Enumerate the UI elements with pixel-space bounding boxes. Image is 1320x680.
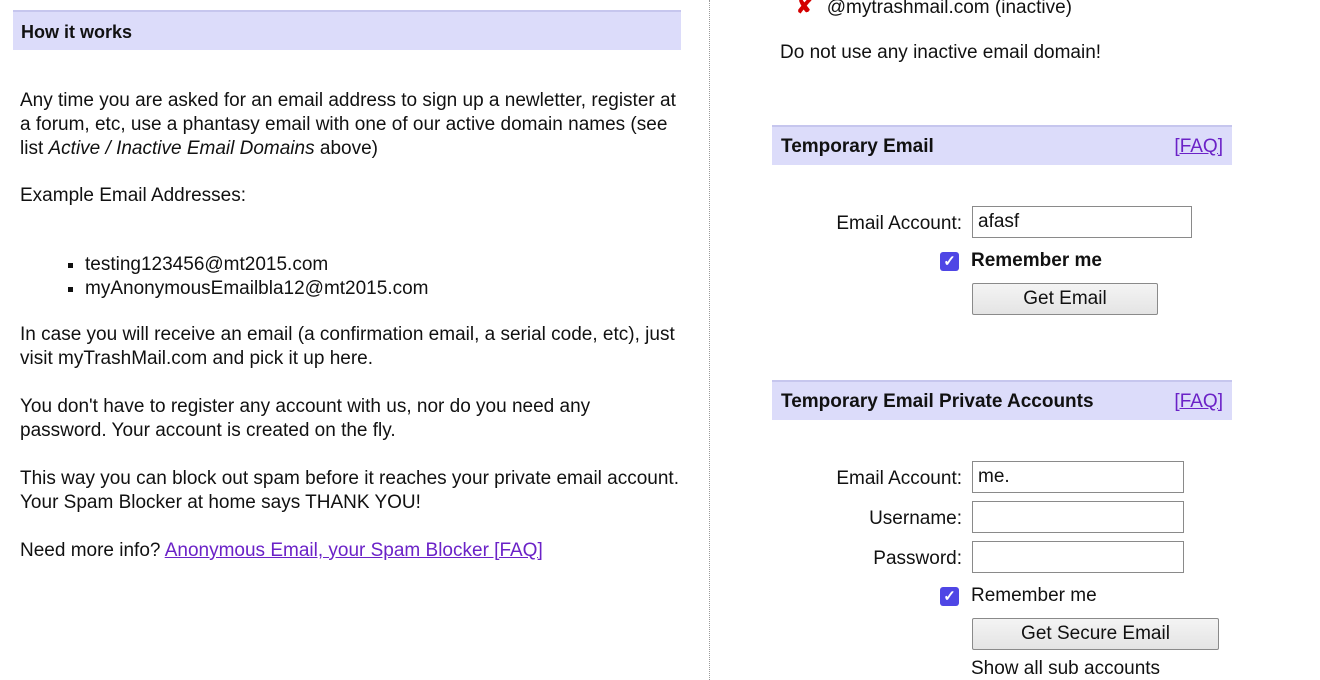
inactive-domain-row: ✘ @mytrashmail.com (inactive) xyxy=(796,0,1072,19)
spam-paragraph: This way you can block out spam before i… xyxy=(20,468,679,513)
list-item: testing123456@mt2015.com xyxy=(85,253,429,277)
faq-link[interactable]: Anonymous Email, your Spam Blocker [FAQ] xyxy=(165,540,543,561)
temporary-email-header: Temporary Email [FAQ] xyxy=(772,125,1232,165)
username-input[interactable] xyxy=(972,501,1184,533)
remember-me-label: Remember me xyxy=(971,250,1102,271)
inactive-domain: @mytrashmail.com (inactive) xyxy=(826,0,1072,18)
receive-paragraph: In case you will receive an email (a con… xyxy=(20,324,675,369)
private-remember-me-label: Remember me xyxy=(971,585,1097,606)
username-label: Username: xyxy=(869,508,962,529)
how-it-works-panel: How it works Any time you are asked for … xyxy=(13,0,681,561)
private-accounts-title: Temporary Email Private Accounts xyxy=(781,391,1094,412)
temporary-email-faq-link[interactable]: [FAQ] xyxy=(1174,136,1223,157)
intro-paragraph: Any time you are asked for an email addr… xyxy=(20,89,681,161)
private-email-account-row: Email Account: xyxy=(772,461,1232,495)
inactive-warning: Do not use any inactive email domain! xyxy=(780,42,1102,63)
remember-me-checkbox[interactable]: ✓ xyxy=(940,252,959,271)
how-it-works-header: How it works xyxy=(13,10,681,50)
username-row: Username: xyxy=(772,501,1232,535)
private-accounts-faq-link[interactable]: [FAQ] xyxy=(1174,391,1223,412)
get-email-button[interactable]: Get Email xyxy=(972,283,1158,315)
private-remember-me-checkbox[interactable]: ✓ xyxy=(940,587,959,606)
example-heading: Example Email Addresses: xyxy=(20,185,246,206)
no-register-paragraph: You don't have to register any account w… xyxy=(20,396,591,441)
email-account-label: Email Account: xyxy=(836,213,962,234)
password-label: Password: xyxy=(873,548,962,569)
password-input[interactable] xyxy=(972,541,1184,573)
column-divider xyxy=(709,0,710,680)
private-email-account-label: Email Account: xyxy=(836,468,962,489)
email-account-input[interactable] xyxy=(972,206,1192,238)
right-column: ✘ @mytrashmail.com (inactive) Do not use … xyxy=(772,0,1232,680)
inactive-x-icon: ✘ xyxy=(796,0,813,18)
intro-text-end: above) xyxy=(314,138,378,159)
more-info-paragraph: Need more info? Anonymous Email, your Sp… xyxy=(20,539,543,563)
private-accounts-box: Temporary Email Private Accounts [FAQ] E… xyxy=(772,380,1232,679)
email-account-row: Email Account: xyxy=(772,206,1232,240)
get-secure-email-button[interactable]: Get Secure Email xyxy=(972,618,1219,650)
list-item: myAnonymousEmailbla12@mt2015.com xyxy=(85,277,429,301)
example-email-list: testing123456@mt2015.com myAnonymousEmai… xyxy=(13,253,429,301)
password-row: Password: xyxy=(772,541,1232,575)
temporary-email-title: Temporary Email xyxy=(781,136,934,157)
more-info-prefix: Need more info? xyxy=(20,540,165,561)
show-all-sub-accounts-link[interactable]: Show all sub accounts xyxy=(971,658,1160,680)
temporary-email-box: Temporary Email [FAQ] Email Account: ✓ R… xyxy=(772,125,1232,315)
how-it-works-title: How it works xyxy=(21,22,133,42)
intro-italic-text: Active / Inactive Email Domains xyxy=(48,138,315,159)
private-email-account-input[interactable] xyxy=(972,461,1184,493)
private-accounts-header: Temporary Email Private Accounts [FAQ] xyxy=(772,380,1232,420)
